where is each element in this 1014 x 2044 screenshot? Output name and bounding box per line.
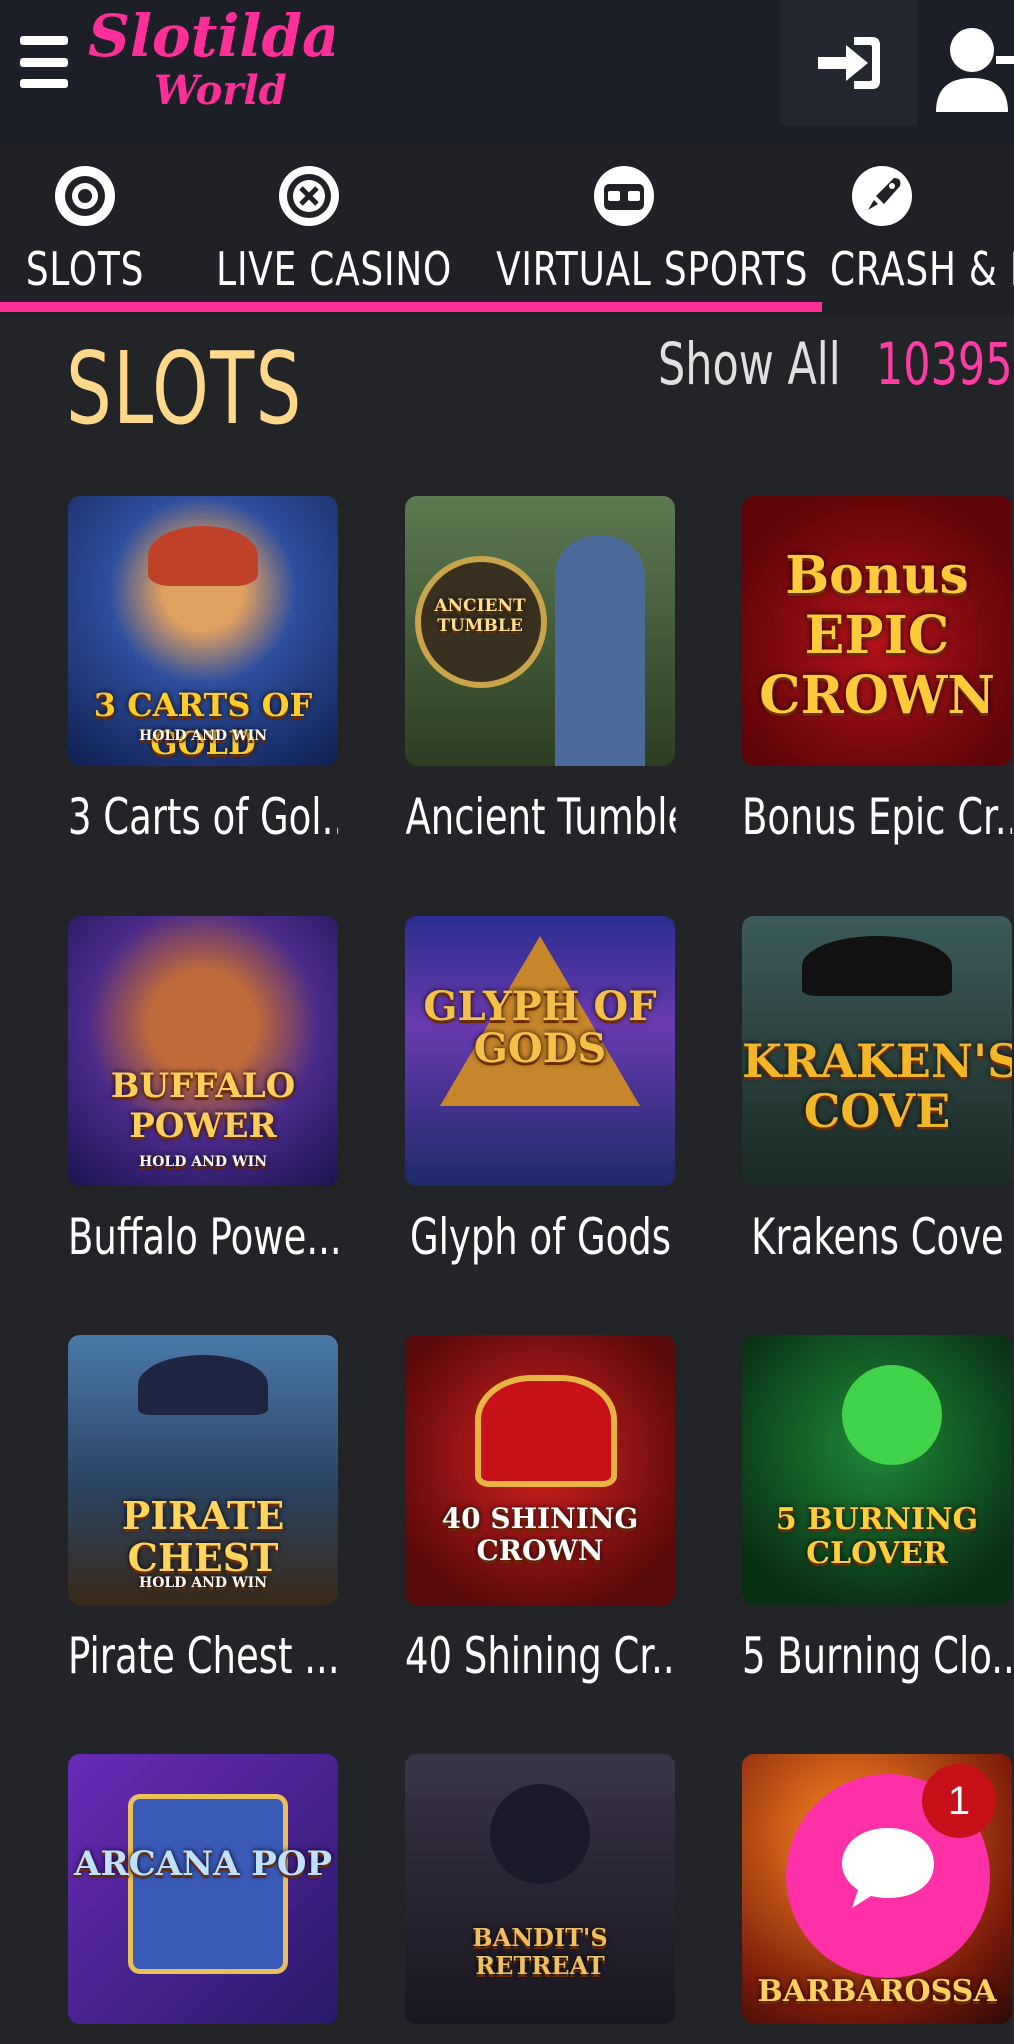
tab-label: SLOTS — [25, 242, 145, 296]
game-thumbnail[interactable]: ARCANA POP — [68, 1754, 338, 2024]
game-name: Ancient Tumble — [405, 788, 676, 846]
active-tab-underline — [0, 302, 822, 312]
game-card[interactable]: 40 SHINING CROWN 40 Shining Cr... — [405, 1335, 675, 1685]
game-name: Buffalo Powe... — [68, 1208, 339, 1266]
chat-notification-badge: 1 — [922, 1764, 996, 1838]
game-thumbnail[interactable]: KRAKEN'S COVE — [742, 916, 1012, 1186]
top-header: Slotilda World — [0, 0, 1014, 144]
svg-text:Slotilda: Slotilda — [88, 2, 334, 70]
tab-slots[interactable]: SLOTS — [0, 144, 170, 314]
game-card[interactable]: 3 CARTS OF GOLD HOLD AND WIN 3 Carts of … — [68, 496, 338, 846]
show-all-link[interactable]: Show All — [658, 330, 841, 398]
tab-virtual-sports[interactable]: VIRTUAL SPORTS — [460, 144, 809, 314]
game-card[interactable]: PIRATE CHEST HOLD AND WIN Pirate Chest .… — [68, 1335, 338, 1685]
game-thumbnail[interactable]: Bonus EPIC CROWN — [742, 496, 1012, 766]
chat-bubble-icon — [842, 1828, 934, 1908]
game-card[interactable]: 5 BURNING CLOVER 5 Burning Clo... — [742, 1335, 1012, 1685]
game-thumbnail[interactable]: 3 CARTS OF GOLD HOLD AND WIN — [68, 496, 338, 766]
game-thumbnail[interactable]: 40 SHINING CROWN — [405, 1335, 675, 1605]
game-name: Krakens Cove — [751, 1208, 1004, 1266]
register-user-plus-icon[interactable] — [932, 20, 1014, 120]
tab-live-casino[interactable]: LIVE CASINO — [190, 144, 452, 314]
roulette-chip-icon — [279, 166, 339, 226]
game-name: Glyph of Gods — [409, 1208, 672, 1266]
rocket-icon — [852, 166, 912, 226]
vr-headset-icon — [594, 166, 654, 226]
hamburger-menu-icon[interactable] — [20, 36, 68, 88]
section-title: SLOTS — [66, 330, 303, 447]
slot-reel-icon — [55, 166, 115, 226]
game-card[interactable]: KRAKEN'S COVE Krakens Cove — [742, 916, 1012, 1266]
tab-crash[interactable]: CRASH & F — [820, 144, 1014, 314]
game-thumbnail[interactable]: GLYPH OF GODS — [405, 916, 675, 1186]
game-name: 40 Shining Cr... — [405, 1627, 676, 1685]
game-thumbnail[interactable]: ANCIENT TUMBLE — [405, 496, 675, 766]
game-card[interactable]: BUFFALO POWER HOLD AND WIN Buffalo Powe.… — [68, 916, 338, 1266]
game-card[interactable]: ANCIENT TUMBLE Ancient Tumble — [405, 496, 676, 846]
game-card[interactable]: GLYPH OF GODS Glyph of Gods — [405, 916, 675, 1266]
category-tabs: SLOTS LIVE CASINO VIRTUAL SPORTS CRASH &… — [0, 144, 1014, 314]
game-thumbnail[interactable]: BANDIT'S RETREAT — [405, 1754, 675, 2024]
tab-label: CRASH & F — [830, 242, 1014, 296]
game-name: Bonus Epic Cr... — [742, 788, 1013, 846]
game-thumbnail[interactable]: BUFFALO POWER HOLD AND WIN — [68, 916, 338, 1186]
game-card[interactable]: ARCANA POP — [68, 1754, 338, 2024]
login-button[interactable] — [780, 0, 918, 126]
site-logo[interactable]: Slotilda World — [84, 0, 334, 115]
sign-in-icon — [818, 37, 880, 89]
game-name: 5 Burning Clo... — [742, 1627, 1013, 1685]
game-card[interactable]: Bonus EPIC CROWN Bonus Epic Cr... — [742, 496, 1012, 846]
tab-label: LIVE CASINO — [216, 242, 452, 296]
svg-text:World: World — [154, 67, 287, 114]
game-thumbnail[interactable]: PIRATE CHEST HOLD AND WIN — [68, 1335, 338, 1605]
tab-label: VIRTUAL SPORTS — [496, 242, 809, 296]
game-thumbnail[interactable]: 5 BURNING CLOVER — [742, 1335, 1012, 1605]
game-card[interactable]: BANDIT'S RETREAT — [405, 1754, 675, 2024]
game-name: 3 Carts of Gol... — [68, 788, 339, 846]
games-count[interactable]: 10395 — [876, 330, 1013, 398]
game-name: Pirate Chest ... — [68, 1627, 339, 1685]
